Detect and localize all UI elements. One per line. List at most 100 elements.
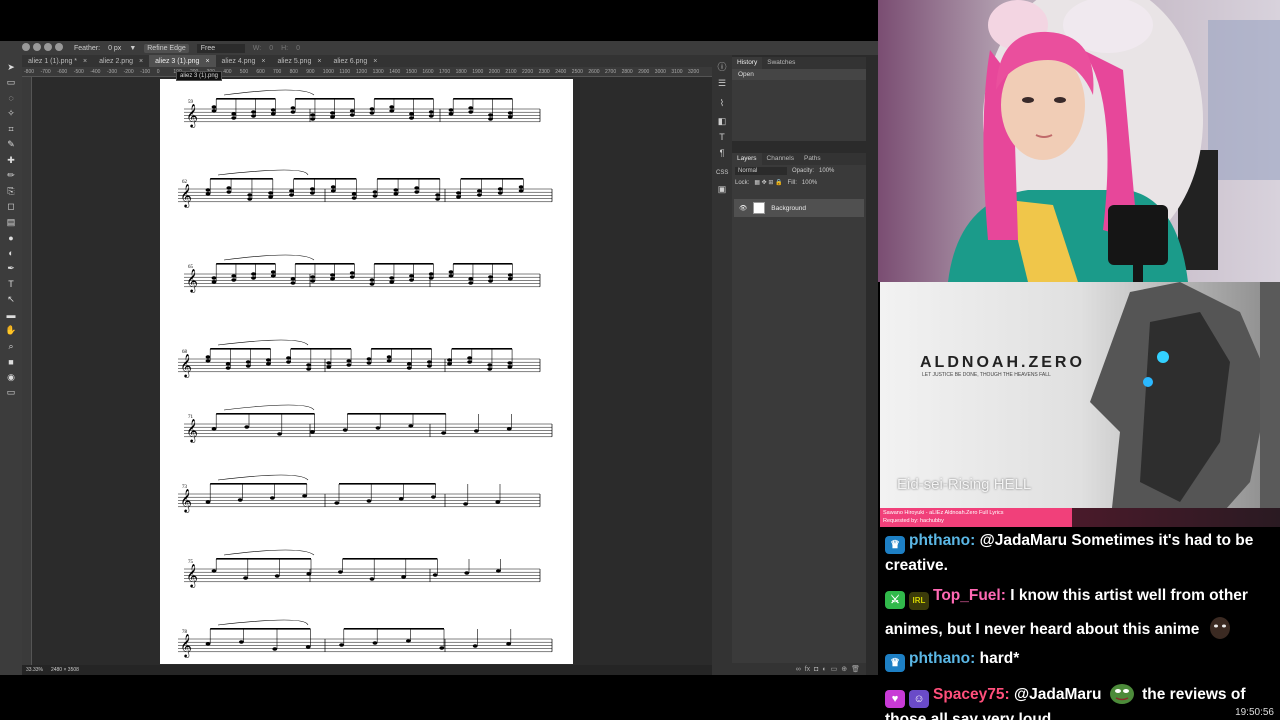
clone-tool-icon[interactable]: ⎘ bbox=[5, 185, 17, 197]
close-icon[interactable]: × bbox=[373, 58, 377, 65]
note-head bbox=[225, 362, 231, 366]
style-select[interactable]: Free bbox=[196, 43, 245, 53]
selection-mode-icons[interactable] bbox=[22, 43, 66, 53]
css-icon[interactable]: CSS bbox=[716, 167, 728, 179]
brush-settings-icon[interactable]: ⌇ bbox=[716, 97, 728, 109]
tab-document[interactable]: aliez 3 (1).png × bbox=[149, 55, 216, 67]
info-icon[interactable]: ⓘ bbox=[716, 61, 728, 73]
hand-tool-icon[interactable]: ✋ bbox=[5, 325, 17, 337]
paragraph-icon[interactable]: ¶ bbox=[716, 147, 728, 159]
close-icon[interactable]: × bbox=[205, 58, 209, 65]
feather-input[interactable]: 0 px bbox=[108, 45, 121, 52]
chevron-down-icon[interactable]: ▼ bbox=[129, 45, 136, 52]
folder-icon[interactable]: ▭ bbox=[831, 665, 838, 673]
ruler-tick: 2600 bbox=[588, 69, 600, 75]
ruler-tick: 2700 bbox=[605, 69, 617, 75]
note-head bbox=[393, 192, 399, 196]
close-icon[interactable]: × bbox=[139, 58, 143, 65]
canvas-area[interactable]: 𝄞 59 𝄞 62 𝄞 65 𝄞 68 𝄞 71 𝄞 73 𝄞 75 𝄞 78 bbox=[32, 77, 712, 665]
chat-username[interactable]: phthano bbox=[909, 650, 970, 667]
tab-label: aliez 3 (1).png bbox=[155, 57, 200, 65]
sheet-music-page[interactable]: 𝄞 59 𝄞 62 𝄞 65 𝄞 68 𝄞 71 𝄞 73 𝄞 75 𝄞 78 bbox=[160, 79, 573, 664]
height-input[interactable]: 0 bbox=[296, 45, 300, 52]
blend-mode-select[interactable]: Normal bbox=[735, 167, 787, 175]
tab-layers[interactable]: Layers bbox=[732, 153, 762, 165]
blur-tool-icon[interactable]: ● bbox=[5, 232, 17, 244]
tab-swatches[interactable]: Swatches bbox=[762, 57, 800, 69]
note-head bbox=[414, 186, 420, 190]
trash-icon[interactable]: 🗑 bbox=[851, 665, 860, 673]
character-icon[interactable]: T bbox=[716, 131, 728, 143]
note-head bbox=[239, 640, 244, 644]
gradient-tool-icon[interactable]: ▤ bbox=[5, 216, 17, 228]
opacity-input[interactable]: 100% bbox=[819, 168, 834, 174]
lock-icons[interactable]: ▦ ✥ ⊞ 🔒 bbox=[754, 179, 782, 186]
new-layer-icon[interactable]: ⊕ bbox=[841, 665, 847, 673]
note-head bbox=[289, 193, 294, 197]
image-icon[interactable]: ▣ bbox=[716, 183, 728, 195]
fx-icon[interactable]: fx bbox=[805, 666, 810, 673]
eyedropper-tool-icon[interactable]: ✎ bbox=[5, 139, 17, 151]
chat-username[interactable]: Spacey75 bbox=[933, 686, 1005, 703]
note-beam bbox=[216, 413, 315, 415]
note-head bbox=[487, 367, 493, 371]
mask-icon[interactable]: ◘ bbox=[814, 666, 818, 673]
treble-clef: 𝄞 bbox=[186, 268, 198, 293]
chat-username[interactable]: Top_Fuel bbox=[933, 587, 1001, 604]
sword-badge-icon: ⚔ bbox=[885, 591, 905, 609]
lasso-tool-icon[interactable]: ◌ bbox=[5, 92, 17, 104]
note-head bbox=[270, 112, 276, 116]
tab-document[interactable]: aliez 1 (1).png * × bbox=[22, 55, 93, 67]
chat-username[interactable]: phthano bbox=[909, 532, 970, 549]
note-head bbox=[211, 427, 217, 431]
note-head bbox=[309, 191, 315, 195]
crop-tool-icon[interactable]: ⌗ bbox=[5, 123, 17, 135]
tab-channels[interactable]: Channels bbox=[762, 153, 799, 165]
note-head bbox=[393, 188, 399, 192]
marquee-tool-icon[interactable]: ▭ bbox=[5, 77, 17, 89]
screen-mode-tool-icon[interactable]: ▭ bbox=[5, 387, 17, 399]
tab-document[interactable]: aliez 5.png × bbox=[271, 55, 327, 67]
layer-row-background[interactable]: 👁 Background bbox=[734, 199, 864, 217]
width-input[interactable]: 0 bbox=[269, 45, 273, 52]
close-icon[interactable]: × bbox=[317, 58, 321, 65]
adjust-icon[interactable]: ◧ bbox=[716, 115, 728, 127]
tab-history[interactable]: History bbox=[732, 57, 763, 69]
tab-paths[interactable]: Paths bbox=[799, 153, 826, 165]
tools-panel: ➤ ▭ ◌ ✧ ⌗ ✎ ✚ ✏ ⎘ ◻ ▤ ● ◐ ✒ T ↖ ▬ ✋ ⌕ ■ ◉ ▭ bbox=[0, 55, 22, 675]
history-item-open[interactable]: Open bbox=[732, 69, 866, 80]
adjustment-icon[interactable]: ◐ bbox=[822, 666, 826, 673]
tab-document[interactable]: aliez 6.png × bbox=[327, 55, 383, 67]
magic-wand-tool-icon[interactable]: ✧ bbox=[5, 108, 17, 120]
tab-document[interactable]: aliez 4.png × bbox=[216, 55, 272, 67]
brush-tool-icon[interactable]: ✏ bbox=[5, 170, 17, 182]
dodge-tool-icon[interactable]: ◐ bbox=[5, 247, 17, 259]
note-head bbox=[265, 362, 271, 366]
close-icon[interactable]: × bbox=[261, 58, 265, 65]
eye-icon[interactable]: 👁 bbox=[739, 204, 747, 212]
ruler-tick: 400 bbox=[223, 69, 232, 75]
link-icon[interactable]: ∞ bbox=[796, 666, 801, 673]
pen-tool-icon[interactable]: ✒ bbox=[5, 263, 17, 275]
chat-message: ♛ phthano: @JadaMaru Sometimes it's had t… bbox=[885, 532, 1254, 574]
close-icon[interactable]: × bbox=[83, 58, 87, 65]
note-head bbox=[372, 641, 378, 645]
type-tool-icon[interactable]: T bbox=[5, 278, 17, 290]
color-swatch-tool-icon[interactable]: ■ bbox=[5, 356, 17, 368]
refine-edge-button[interactable]: Refine Edge bbox=[144, 43, 189, 53]
tab-document[interactable]: aliez 2.png × bbox=[93, 55, 149, 67]
note-head bbox=[342, 428, 348, 432]
shape-tool-icon[interactable]: ▬ bbox=[5, 309, 17, 321]
healing-tool-icon[interactable]: ✚ bbox=[5, 154, 17, 166]
zoom-tool-icon[interactable]: ⌕ bbox=[5, 340, 17, 352]
sub-badge-icon: ☺ bbox=[909, 690, 929, 708]
path-select-tool-icon[interactable]: ↖ bbox=[5, 294, 17, 306]
eraser-tool-icon[interactable]: ◻ bbox=[5, 201, 17, 213]
note-head bbox=[456, 195, 461, 199]
fill-input[interactable]: 100% bbox=[802, 180, 817, 186]
note-beam bbox=[460, 178, 524, 180]
properties-icon[interactable]: ☰ bbox=[716, 77, 728, 89]
move-tool-icon[interactable]: ➤ bbox=[5, 61, 17, 73]
quick-mask-tool-icon[interactable]: ◉ bbox=[5, 371, 17, 383]
note-head bbox=[409, 116, 414, 120]
